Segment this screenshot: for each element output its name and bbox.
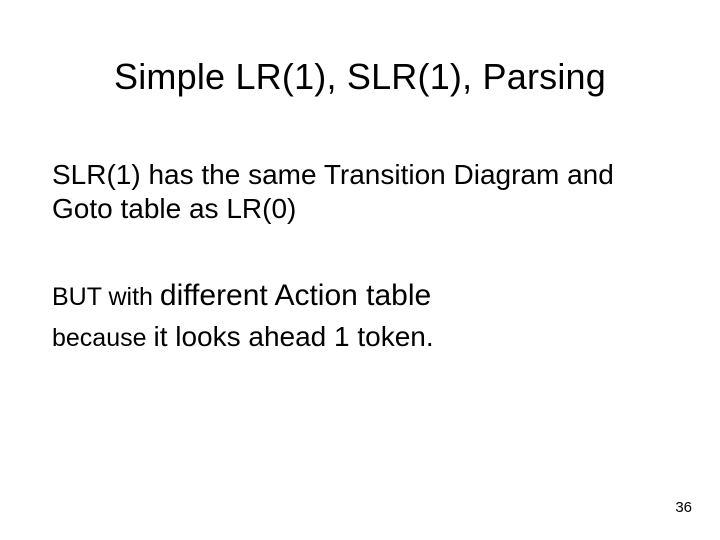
page-number: 36 bbox=[675, 499, 692, 516]
slide-body: SLR(1) has the same Transition Diagram a… bbox=[52, 158, 660, 353]
paragraph-2-prefix: BUT with bbox=[52, 283, 160, 311]
paragraph-3-emphasis: it looks ahead 1 token. bbox=[153, 321, 433, 352]
slide-title: Simple LR(1), SLR(1), Parsing bbox=[0, 56, 720, 98]
paragraph-3-prefix: because bbox=[52, 324, 153, 352]
paragraph-2-emphasis: different Action table bbox=[160, 279, 431, 312]
paragraph-2: BUT with different Action table bbox=[52, 277, 660, 315]
paragraph-1: SLR(1) has the same Transition Diagram a… bbox=[52, 158, 660, 225]
paragraph-3: because it looks ahead 1 token. bbox=[52, 321, 660, 353]
slide: Simple LR(1), SLR(1), Parsing SLR(1) has… bbox=[0, 0, 720, 540]
